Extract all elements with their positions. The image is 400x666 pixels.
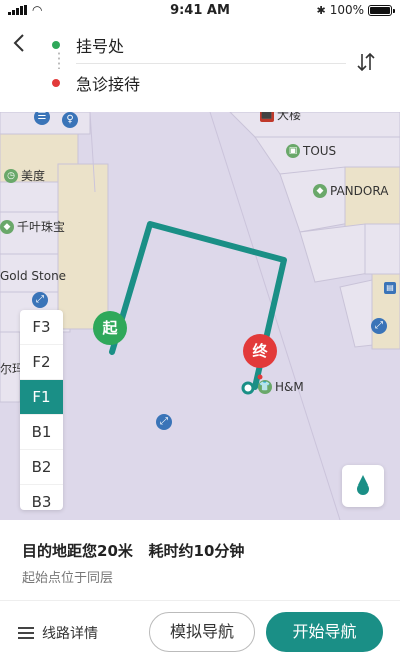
diamond-icon: ◆ <box>0 219 14 234</box>
store-icon: ⬛ <box>260 112 274 122</box>
route-note: 起始点位于同层 <box>22 571 114 586</box>
route-to-text: 急诊接待 <box>76 75 141 94</box>
store-gold-stone-label: Gold Stone <box>0 269 67 283</box>
elevator-icon[interactable]: ▤ <box>384 282 396 294</box>
escalator-icon[interactable]: ⤢ <box>371 318 387 334</box>
route-from-row[interactable]: 挂号处 <box>52 27 124 63</box>
route-summary: 目的地距您20米 耗时约10分钟 <box>22 542 245 560</box>
from-dot-icon <box>52 41 60 49</box>
store-hm[interactable]: 👕 H&M <box>258 380 304 394</box>
bottom-action-bar: 线路详情 模拟导航 开始导航 <box>0 601 400 666</box>
store-gold-stone[interactable]: Gold Stone <box>0 269 66 283</box>
floor-selector[interactable]: F3 F2 F1 B1 B2 B3 <box>20 310 63 510</box>
route-details-label: 线路详情 <box>42 626 98 642</box>
store-qianye[interactable]: ◆ 千叶珠宝 <box>0 218 65 235</box>
end-pin[interactable]: 终 <box>243 334 277 368</box>
start-pin[interactable]: 起 <box>93 311 127 345</box>
locate-button[interactable] <box>342 465 384 507</box>
battery-percent: 100% <box>329 3 364 17</box>
status-bar: ◠ 9:41 AM ✱ 100% <box>0 0 400 22</box>
store-pandora[interactable]: ◆ PANDORA <box>313 184 388 198</box>
diamond-icon: ◆ <box>313 184 327 198</box>
start-navigation-button[interactable]: 开始导航 <box>266 612 383 652</box>
back-button[interactable] <box>12 32 34 54</box>
route-info-panel: 目的地距您20米 耗时约10分钟 起始点位于同层 <box>0 520 400 600</box>
route-header: 挂号处 急诊接待 <box>0 22 400 112</box>
floor-item[interactable]: F3 <box>20 310 63 345</box>
route-details-button[interactable]: 线路详情 <box>18 623 98 643</box>
end-marker-dot <box>257 374 263 380</box>
store-tous[interactable]: ▣ TOUS <box>286 144 336 158</box>
route-divider <box>76 63 346 64</box>
route-from-text: 挂号处 <box>76 37 125 56</box>
swap-button[interactable] <box>354 52 378 76</box>
watch-icon: ◷ <box>4 168 18 183</box>
to-dot-icon <box>52 79 60 87</box>
floor-item[interactable]: B2 <box>20 450 63 485</box>
indoor-map[interactable]: ⬛ 大楼 ▣ TOUS ◆ PANDORA ◷ 美度 ◆ 千叶珠宝 Gold S… <box>0 112 400 520</box>
simulate-navigation-button[interactable]: 模拟导航 <box>149 612 255 652</box>
floor-item[interactable]: F2 <box>20 345 63 380</box>
swap-vertical-icon <box>357 52 375 72</box>
store-pandora-label: PANDORA <box>330 184 389 198</box>
shirt-icon: 👕 <box>258 380 272 394</box>
store-top[interactable]: ⬛ 大楼 <box>260 112 301 123</box>
status-right: ✱ 100% <box>316 3 395 17</box>
bluetooth-icon: ✱ <box>316 3 326 17</box>
store-meidu[interactable]: ◷ 美度 <box>4 167 45 184</box>
route-to-row[interactable]: 急诊接待 <box>52 65 140 101</box>
store-hm-label: H&M <box>275 380 304 394</box>
list-icon <box>18 627 34 639</box>
store-meidu-label: 美度 <box>21 169 46 183</box>
store-icon: ▣ <box>286 144 300 158</box>
restroom-icon[interactable]: ♀ <box>62 112 78 128</box>
store-top-label: 大楼 <box>277 112 302 122</box>
escalator-icon[interactable]: ⤢ <box>156 414 172 430</box>
escalator-icon[interactable]: ⤢ <box>32 292 48 308</box>
store-tous-label: TOUS <box>303 144 337 158</box>
location-marker-icon <box>357 475 369 495</box>
floor-item-active[interactable]: F1 <box>20 380 63 415</box>
floor-item[interactable]: B1 <box>20 415 63 450</box>
floor-item[interactable]: B3 <box>20 485 63 510</box>
battery-icon <box>368 4 395 16</box>
destination-point <box>241 381 255 395</box>
chevron-left-icon <box>13 34 24 52</box>
store-qianye-label: 千叶珠宝 <box>17 220 66 234</box>
